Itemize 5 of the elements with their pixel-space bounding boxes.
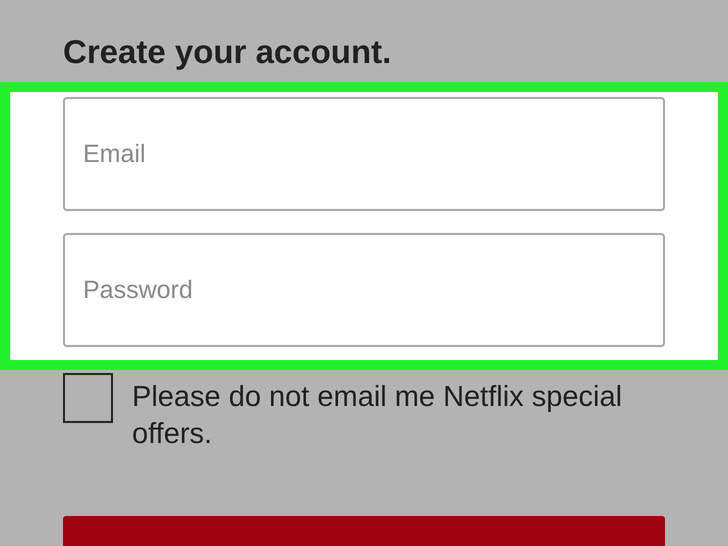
checkbox-label: Please do not email me Netflix special offers. [132, 380, 624, 452]
checkbox[interactable] [63, 373, 113, 423]
form-heading: Create your account. [63, 32, 392, 72]
input-field[interactable]: Email [63, 97, 665, 211]
input-field[interactable]: Password [63, 233, 665, 347]
